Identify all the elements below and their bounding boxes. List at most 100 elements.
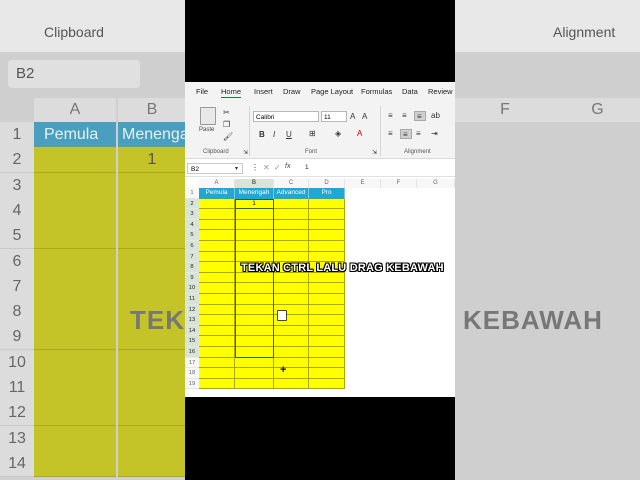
cell[interactable] [274,336,309,347]
cell[interactable] [235,357,274,369]
font-color-icon[interactable]: A [357,129,362,139]
enter-icon[interactable]: ✓ [274,163,281,173]
cell[interactable] [199,315,235,326]
cell[interactable] [199,272,235,284]
column-header-f[interactable]: F [381,179,417,188]
cell[interactable] [199,219,235,231]
row-header-3[interactable]: 3 [185,209,199,220]
paste-label[interactable]: Paste [199,127,214,133]
cell[interactable] [199,304,235,316]
align-right-button[interactable]: ≡ [414,129,426,139]
underline-button[interactable]: U [286,130,292,140]
cell[interactable] [309,272,345,284]
row-header-2[interactable]: 2 [185,198,199,210]
column-header-g[interactable]: G [417,179,455,188]
cell[interactable] [309,251,345,263]
cell[interactable] [235,368,274,379]
cell[interactable] [199,357,235,369]
header-cell-menengah[interactable]: Menengah [235,188,274,199]
row-header-13[interactable]: 13 [185,315,199,326]
cell[interactable] [199,262,235,273]
header-cell-advanced[interactable]: Advanced [274,188,309,199]
cell[interactable] [309,336,345,347]
cell[interactable] [274,241,309,252]
menu-file[interactable]: File [196,87,208,96]
cell[interactable] [274,272,309,284]
row-header-5[interactable]: 5 [185,230,199,241]
cell[interactable] [309,198,345,210]
cell[interactable] [309,347,345,358]
cell[interactable] [274,219,309,231]
column-header-b[interactable]: B [235,179,274,188]
cell[interactable] [199,283,235,294]
italic-button[interactable]: I [273,130,275,140]
cell[interactable] [199,251,235,263]
align-top-button[interactable]: ≡ [386,111,398,121]
row-header-14[interactable]: 14 [185,325,199,337]
cell[interactable] [199,378,235,390]
header-cell-pro[interactable]: Pro [309,188,345,199]
cell[interactable] [274,325,309,337]
cell[interactable] [199,336,235,347]
orientation-icon[interactable]: ab [431,111,440,121]
decrease-font-icon[interactable]: A [362,112,367,122]
formula-input[interactable]: 1 [305,164,309,171]
cell[interactable] [274,251,309,263]
cell[interactable] [309,219,345,231]
row-header-15[interactable]: 15 [185,336,199,347]
cell[interactable] [309,315,345,326]
cell[interactable] [309,325,345,337]
row-header-4[interactable]: 4 [185,219,199,231]
align-bottom-button[interactable]: ≡ [414,111,426,121]
row-header-10[interactable]: 10 [185,283,199,294]
cancel-icon[interactable]: ✕ [263,163,270,173]
header-cell-pemula[interactable]: Pemula [199,188,235,199]
cell[interactable] [199,198,235,210]
menu-formulas[interactable]: Formulas [361,87,392,96]
cell[interactable] [274,294,309,305]
row-header-18[interactable]: 18 [185,368,199,379]
cell[interactable] [274,378,309,390]
cell[interactable] [274,198,309,210]
cell[interactable] [199,294,235,305]
font-name-select[interactable]: Calibri [253,111,319,122]
menu-data[interactable]: Data [402,87,418,96]
paste-icon[interactable] [200,107,216,125]
row-header-9[interactable]: 9 [185,272,199,284]
row-header-7[interactable]: 7 [185,251,199,263]
cut-icon[interactable]: ✂ [223,108,230,118]
align-middle-button[interactable]: ≡ [400,111,412,121]
cell[interactable] [199,368,235,379]
cell[interactable] [199,325,235,337]
cell[interactable] [199,230,235,241]
cell[interactable] [199,241,235,252]
cell[interactable] [199,209,235,220]
indent-icon[interactable]: ⇥ [431,129,438,139]
row-header-17[interactable]: 17 [185,357,199,369]
name-box-dropdown-icon[interactable]: ▾ [235,164,238,174]
copy-icon[interactable]: ❐ [223,120,230,130]
cell[interactable] [309,230,345,241]
row-header-12[interactable]: 12 [185,304,199,316]
cell[interactable] [309,378,345,390]
cell[interactable] [309,294,345,305]
cell[interactable] [309,357,345,369]
cell[interactable] [274,209,309,220]
row-header-16[interactable]: 16 [185,347,199,358]
clipboard-launcher-icon[interactable]: ⇲ [243,148,248,158]
row-header-1[interactable]: 1 [185,188,199,199]
row-header-11[interactable]: 11 [185,294,199,305]
cell[interactable] [309,283,345,294]
menu-review[interactable]: Review [428,87,453,96]
font-size-select[interactable]: 11 [321,111,347,122]
menu-draw[interactable]: Draw [283,87,301,96]
row-header-8[interactable]: 8 [185,262,199,273]
row-header-19[interactable]: 19 [185,378,199,390]
font-launcher-icon[interactable]: ⇲ [372,148,377,158]
column-header-c[interactable]: C [274,179,309,188]
column-header-a[interactable]: A [199,179,235,188]
borders-icon[interactable]: ⊞ [309,129,316,139]
cell[interactable] [309,304,345,316]
menu-page-layout[interactable]: Page Layout [311,87,353,96]
cell[interactable] [309,241,345,252]
